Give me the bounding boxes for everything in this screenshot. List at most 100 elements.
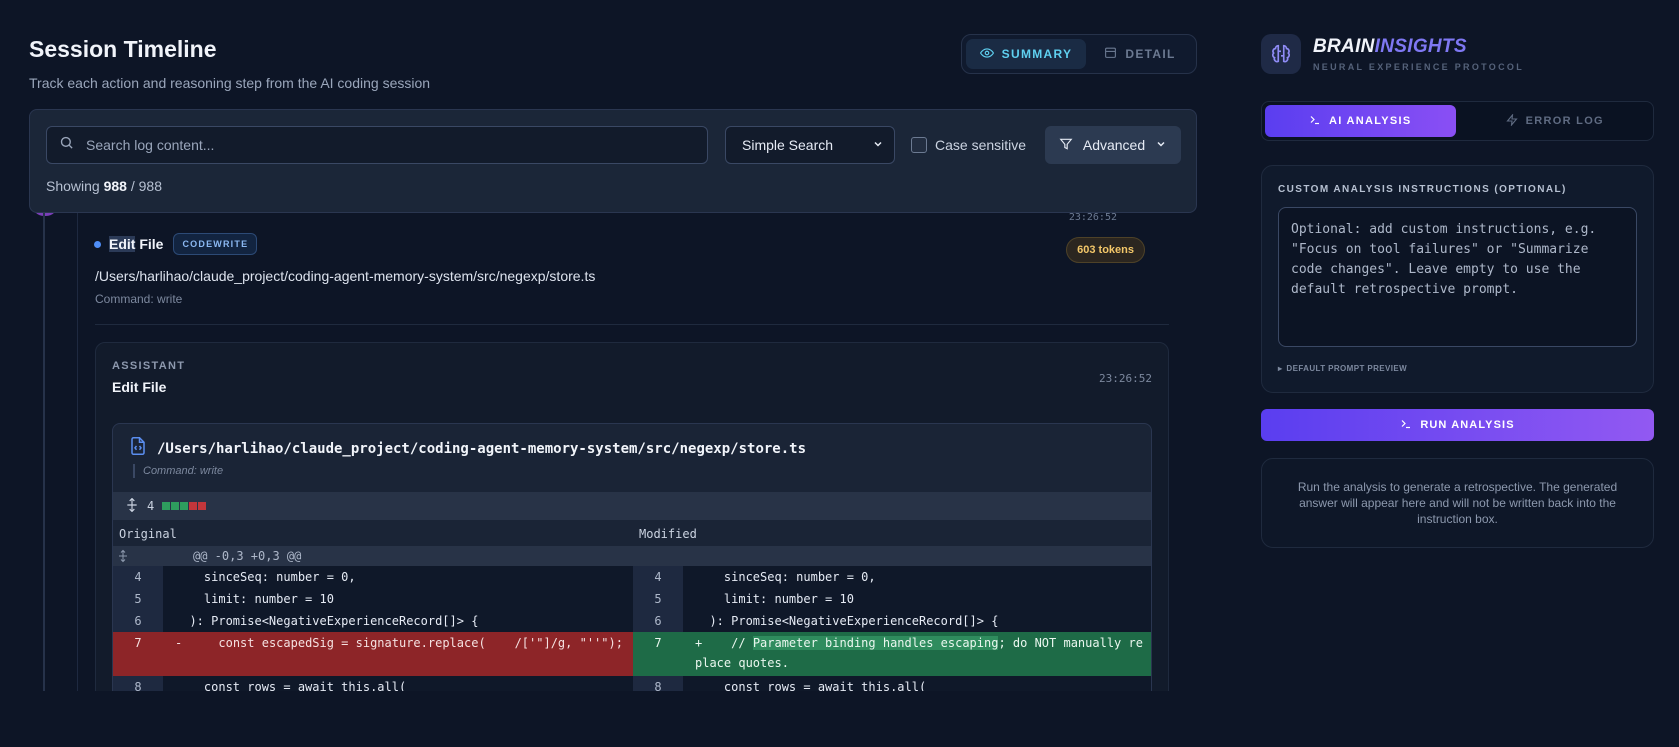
brand-name-part2: INSIGHTS xyxy=(1374,36,1467,57)
code-line: limit: number = 10 xyxy=(683,588,1151,610)
hunk-range: @@ -0,3 +0,3 @@ xyxy=(193,549,302,563)
tab-ai-analysis[interactable]: AI ANALYSIS xyxy=(1265,105,1456,137)
title-highlight: Edit xyxy=(109,236,136,252)
tab-ai-analysis-label: AI ANALYSIS xyxy=(1328,115,1412,127)
timeline-line xyxy=(43,213,45,691)
detail-view-button[interactable]: DETAIL xyxy=(1090,39,1190,69)
line-number: 4 xyxy=(633,566,683,588)
analysis-output: Run the analysis to generate a retrospec… xyxy=(1261,458,1654,548)
modified-column-label: Modified xyxy=(639,527,697,541)
code-line: sinceSeq: number = 0, xyxy=(163,566,633,588)
brand: BRAININSIGHTS NEURAL EXPERIENCE PROTOCOL xyxy=(1261,34,1524,74)
line-number: 8 xyxy=(633,676,683,691)
page-subtitle: Track each action and reasoning step fro… xyxy=(29,75,431,91)
run-analysis-button[interactable]: RUN ANALYSIS xyxy=(1261,409,1654,441)
case-sensitive-label: Case sensitive xyxy=(935,137,1027,153)
eye-icon xyxy=(979,46,994,63)
added-code-highlight: Parameter binding handles escaping xyxy=(752,636,999,650)
line-number: 7 xyxy=(113,632,163,676)
removed-code: const escapedSig = signature.replace( /[… xyxy=(189,636,623,650)
added-code-line: + // Parameter binding handles escaping;… xyxy=(683,632,1151,676)
original-column-label: Original xyxy=(119,527,177,541)
tab-error-log-label: ERROR LOG xyxy=(1525,115,1604,127)
preview-label: DEFAULT PROMPT PREVIEW xyxy=(1286,364,1408,373)
code-line: const rows = await this.all( xyxy=(163,676,633,691)
search-box[interactable] xyxy=(46,126,708,164)
search-mode-value: Simple Search xyxy=(742,137,834,153)
entry-header: Edit File CODEWRITE xyxy=(94,233,258,255)
entry-file-path: /Users/harlihao/claude_project/coding-ag… xyxy=(95,268,596,284)
chevron-down-icon xyxy=(872,137,884,153)
title-rest: File xyxy=(135,236,164,252)
instructions-label: CUSTOM ANALYSIS INSTRUCTIONS (OPTIONAL) xyxy=(1278,184,1567,195)
advanced-label: Advanced xyxy=(1082,137,1146,153)
line-number: 6 xyxy=(633,610,683,632)
result-count: Showing 988 / 988 xyxy=(46,178,162,194)
removed-code-line: - const escapedSig = signature.replace( … xyxy=(163,632,633,676)
line-number: 5 xyxy=(113,588,163,610)
default-prompt-preview-toggle[interactable]: ▸ DEFAULT PROMPT PREVIEW xyxy=(1278,364,1407,373)
search-mode-select[interactable]: Simple Search xyxy=(725,126,895,164)
showing-count: 988 xyxy=(103,178,127,194)
brand-tagline: NEURAL EXPERIENCE PROTOCOL xyxy=(1313,62,1524,72)
message-title: Edit File xyxy=(112,379,167,395)
line-number: 4 xyxy=(113,566,163,588)
detail-label: DETAIL xyxy=(1125,47,1176,61)
brand-name-part1: BRAIN xyxy=(1313,36,1375,57)
search-card: Simple Search Case sensitive Advanced Sh… xyxy=(29,109,1197,213)
run-analysis-label: RUN ANALYSIS xyxy=(1420,419,1515,431)
diff-column-headers: Original Modified xyxy=(113,520,1151,546)
code-line: const rows = await this.all( xyxy=(683,676,1151,691)
diff-row-changed: 7 - const escapedSig = signature.replace… xyxy=(113,632,1151,676)
change-count: 4 xyxy=(147,499,155,513)
case-sensitive-toggle[interactable]: Case sensitive xyxy=(911,126,1026,164)
diff-row: 5 limit: number = 10 5 limit: number = 1… xyxy=(113,588,1151,610)
caret-right-icon: ▸ xyxy=(1278,364,1283,373)
advanced-filter-button[interactable]: Advanced xyxy=(1045,126,1181,164)
insights-tabs: AI ANALYSIS ERROR LOG xyxy=(1261,101,1654,141)
case-sensitive-checkbox[interactable] xyxy=(911,137,927,153)
diff-file-path: /Users/harlihao/claude_project/coding-ag… xyxy=(157,440,807,457)
expand-hunk-icon[interactable] xyxy=(117,549,129,566)
code-line: ): Promise<NegativeExperienceRecord[]> { xyxy=(163,610,633,632)
diff-viewer: /Users/harlihao/claude_project/coding-ag… xyxy=(112,423,1152,691)
insights-panel: BRAININSIGHTS NEURAL EXPERIENCE PROTOCOL… xyxy=(1261,0,1654,747)
search-icon xyxy=(59,135,74,155)
view-toggle: SUMMARY DETAIL xyxy=(961,34,1197,74)
lightning-icon xyxy=(1505,112,1518,129)
chevron-down-icon xyxy=(1155,137,1167,153)
timeline-entry[interactable]: 23:26:52 Edit File CODEWRITE 603 tokens … xyxy=(77,212,1177,691)
expand-arrows-icon[interactable] xyxy=(125,497,139,515)
summary-view-button[interactable]: SUMMARY xyxy=(966,39,1086,69)
page-title: Session Timeline xyxy=(29,36,217,62)
assistant-message: ASSISTANT Edit File 23:26:52 /Users/harl… xyxy=(95,342,1169,691)
added-code-prefix: // xyxy=(702,636,753,650)
terminal-icon xyxy=(1400,418,1412,433)
divider xyxy=(95,324,1169,325)
removed-sign: - xyxy=(175,636,183,650)
showing-total: 988 xyxy=(138,178,162,194)
diff-row: 8 const rows = await this.all( 8 const r… xyxy=(113,676,1151,691)
instructions-textarea[interactable] xyxy=(1278,207,1637,347)
tab-error-log[interactable]: ERROR LOG xyxy=(1460,105,1651,137)
code-line: limit: number = 10 xyxy=(163,588,633,610)
filter-icon xyxy=(1059,137,1073,154)
search-input[interactable] xyxy=(86,137,695,153)
diff-command: Command: write xyxy=(133,464,223,478)
token-count-badge: 603 tokens xyxy=(1066,237,1145,263)
calendar-icon xyxy=(1104,46,1117,62)
brand-name: BRAININSIGHTS xyxy=(1313,36,1524,58)
file-code-icon xyxy=(129,436,147,461)
change-blocks xyxy=(162,499,207,513)
showing-prefix: Showing xyxy=(46,178,100,194)
diff-row: 4 sinceSeq: number = 0, 4 sinceSeq: numb… xyxy=(113,566,1151,588)
diff-header: /Users/harlihao/claude_project/coding-ag… xyxy=(129,436,806,461)
line-number: 5 xyxy=(633,588,683,610)
diff-hunk-header: @@ -0,3 +0,3 @@ xyxy=(113,546,1151,566)
entry-command: Command: write xyxy=(95,292,183,306)
line-number: 6 xyxy=(113,610,163,632)
entry-type-badge: CODEWRITE xyxy=(173,233,258,255)
showing-separator: / xyxy=(130,178,135,194)
line-number: 8 xyxy=(113,676,163,691)
custom-instructions-card: CUSTOM ANALYSIS INSTRUCTIONS (OPTIONAL) … xyxy=(1261,165,1654,393)
